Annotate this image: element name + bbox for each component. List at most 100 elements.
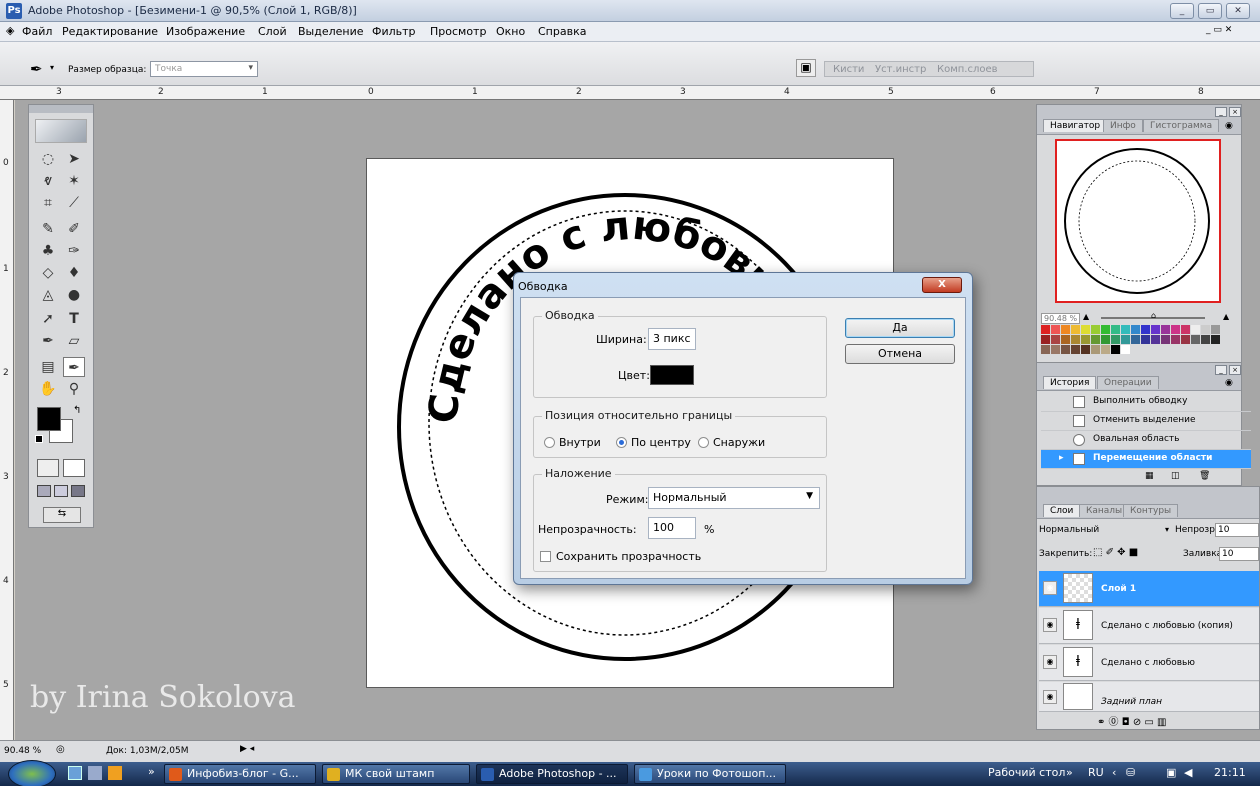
tray-app-icon[interactable]: ⛁ [1126,766,1135,779]
zoom-slider-thumb[interactable]: ⌂ [1151,311,1156,320]
menu-image[interactable]: Изображение [166,25,245,38]
menu-select[interactable]: Выделение [298,25,364,38]
status-menu-arrow-icon[interactable]: ▶ ◂ [240,744,254,754]
panel-minimize-icon[interactable]: _ [1215,107,1227,117]
layer-row[interactable]: ◉ ⱡ Сделано с любовью [1039,645,1259,681]
visibility-eye-icon[interactable]: ◉ [1043,655,1057,669]
tab-layers[interactable]: Слои [1043,504,1081,517]
panel-menu-icon[interactable]: ◉ [1225,378,1233,388]
zoom-out-icon[interactable]: ▲ [1083,312,1089,321]
visibility-eye-icon[interactable]: ◉ [1043,618,1057,632]
sample-size-select[interactable]: Точка ▾ [150,61,258,77]
screen-mode-standard-icon[interactable] [37,485,51,497]
feather-logo-icon[interactable] [35,119,87,143]
volume-icon[interactable]: ◀ [1184,766,1192,779]
menu-window[interactable]: Окно [496,25,525,38]
screen-mode-full-menu-icon[interactable] [54,485,68,497]
restore-icon[interactable]: ▭ [1198,3,1222,19]
cancel-button[interactable]: Отмена [845,344,955,364]
menu-filter[interactable]: Фильтр [372,25,416,38]
zoom-in-icon[interactable]: ▲ [1223,312,1229,321]
layer-opacity-input[interactable]: 10 [1215,523,1259,537]
type-tool-icon[interactable]: T [63,309,85,329]
blend-dropdown-icon[interactable]: ▾ [1165,525,1169,534]
desktop-toolbar-label[interactable]: Рабочий стол [988,766,1065,779]
eyedropper-tool-icon[interactable]: ✒ [30,60,43,78]
panel-close-icon[interactable]: × [1229,107,1241,117]
tab-history[interactable]: История [1043,376,1097,389]
well-tab-brushes[interactable]: Кисти [833,64,864,75]
magic-wand-tool-icon[interactable]: ✶ [63,171,85,191]
menu-file[interactable]: Файл [22,25,52,38]
color-swatch[interactable] [650,365,694,385]
quicklaunch-more-icon[interactable]: » [148,765,155,778]
history-item[interactable]: Выполнить обводку [1041,393,1251,412]
quick-mask-mode-icon[interactable] [63,459,85,477]
layer-row[interactable]: ◉ Задний план [1039,682,1259,712]
start-button[interactable] [8,760,56,786]
panel-minimize-icon[interactable]: _ [1215,365,1227,375]
app-menu-icon[interactable]: ◈ [6,24,14,37]
clock[interactable]: 21:11 [1214,766,1246,779]
clone-stamp-tool-icon[interactable]: ♣ [37,241,59,261]
paint-bucket-tool-icon[interactable]: ♦ [63,263,85,283]
path-selection-tool-icon[interactable]: ➚ [37,309,59,329]
tool-preset-dropdown-icon[interactable]: ▾ [50,63,54,72]
palette-toggle-icon[interactable]: ▣ [796,59,816,77]
tab-paths[interactable]: Контуры [1123,504,1179,517]
ok-button[interactable]: Да [845,318,955,338]
status-zoom[interactable]: 90.48 % [4,746,41,756]
trash-icon[interactable]: 🗑 [1199,471,1210,481]
menu-edit[interactable]: Редактирование [62,25,158,38]
default-colors-icon[interactable] [35,435,43,443]
zoom-tool-icon[interactable]: ⚲ [63,379,85,399]
shape-tool-icon[interactable]: ▱ [63,331,85,351]
quicklaunch-folder-icon[interactable] [108,766,122,780]
visibility-eye-icon[interactable]: ◉ [1043,690,1057,704]
pen-tool-icon[interactable]: ✒ [37,331,59,351]
menu-layer[interactable]: Слой [258,25,287,38]
layer-row[interactable]: ◉ ⱡ Сделано с любовью (копия) [1039,608,1259,644]
taskbar-button[interactable]: МК свой штамп [322,764,470,784]
well-tab-comps[interactable]: Комп.слоев [937,64,998,75]
taskbar-button-active[interactable]: Adobe Photoshop - ... [476,764,628,784]
mode-select[interactable]: Нормальный ▼ [648,487,820,509]
tab-histogram[interactable]: Гистограмма [1143,119,1220,132]
quicklaunch-icon[interactable] [88,766,102,780]
jump-to-imageready-icon[interactable]: ⇆ [43,507,81,523]
doc-window-controls[interactable]: _ ▭ ✕ [1206,25,1232,35]
preserve-transparency-checkbox[interactable] [540,551,551,562]
menu-view[interactable]: Просмотр [430,25,486,38]
dodge-tool-icon[interactable]: ● [63,285,85,305]
swap-colors-icon[interactable]: ↰ [73,405,81,416]
tab-channels[interactable]: Каналы [1079,504,1130,517]
minimize-icon[interactable]: _ [1170,3,1194,19]
navigator-zoom-value[interactable]: 90.48 % [1041,313,1081,324]
status-info-icon[interactable]: ◎ [56,744,65,755]
opacity-input[interactable]: 100 [648,517,696,539]
tab-info[interactable]: Инфо [1103,119,1143,132]
foreground-color-swatch-top[interactable] [37,407,61,431]
taskbar-button[interactable]: Уроки по Фотошоп... [634,764,786,784]
navigator-preview[interactable] [1055,139,1221,303]
tray-expand-icon[interactable]: ‹ [1112,766,1116,779]
radio-center[interactable] [616,437,627,448]
language-indicator[interactable]: RU [1088,766,1104,779]
close-icon[interactable]: ✕ [1226,3,1250,19]
tab-navigator[interactable]: Навигатор [1043,119,1108,132]
history-item[interactable]: Овальная область [1041,431,1251,450]
tab-actions[interactable]: Операции [1097,376,1159,389]
new-snapshot-icon[interactable]: ◫ [1171,471,1180,481]
radio-inside[interactable] [544,437,555,448]
marquee-tool-icon[interactable]: ◌ [37,149,59,169]
panel-close-icon[interactable]: × [1229,365,1241,375]
blur-tool-icon[interactable]: ◬ [37,285,59,305]
taskbar-button[interactable]: Инфобиз-блог - G... [164,764,316,784]
new-document-icon[interactable]: ▦ [1145,471,1154,481]
notes-tool-icon[interactable]: ▤ [37,357,59,377]
eraser-tool-icon[interactable]: ◇ [37,263,59,283]
lock-icons[interactable]: ⬚ ✐ ✥ ■ [1093,547,1138,558]
menu-help[interactable]: Справка [538,25,586,38]
standard-mode-icon[interactable] [37,459,59,477]
history-brush-tool-icon[interactable]: ✑ [63,241,85,261]
